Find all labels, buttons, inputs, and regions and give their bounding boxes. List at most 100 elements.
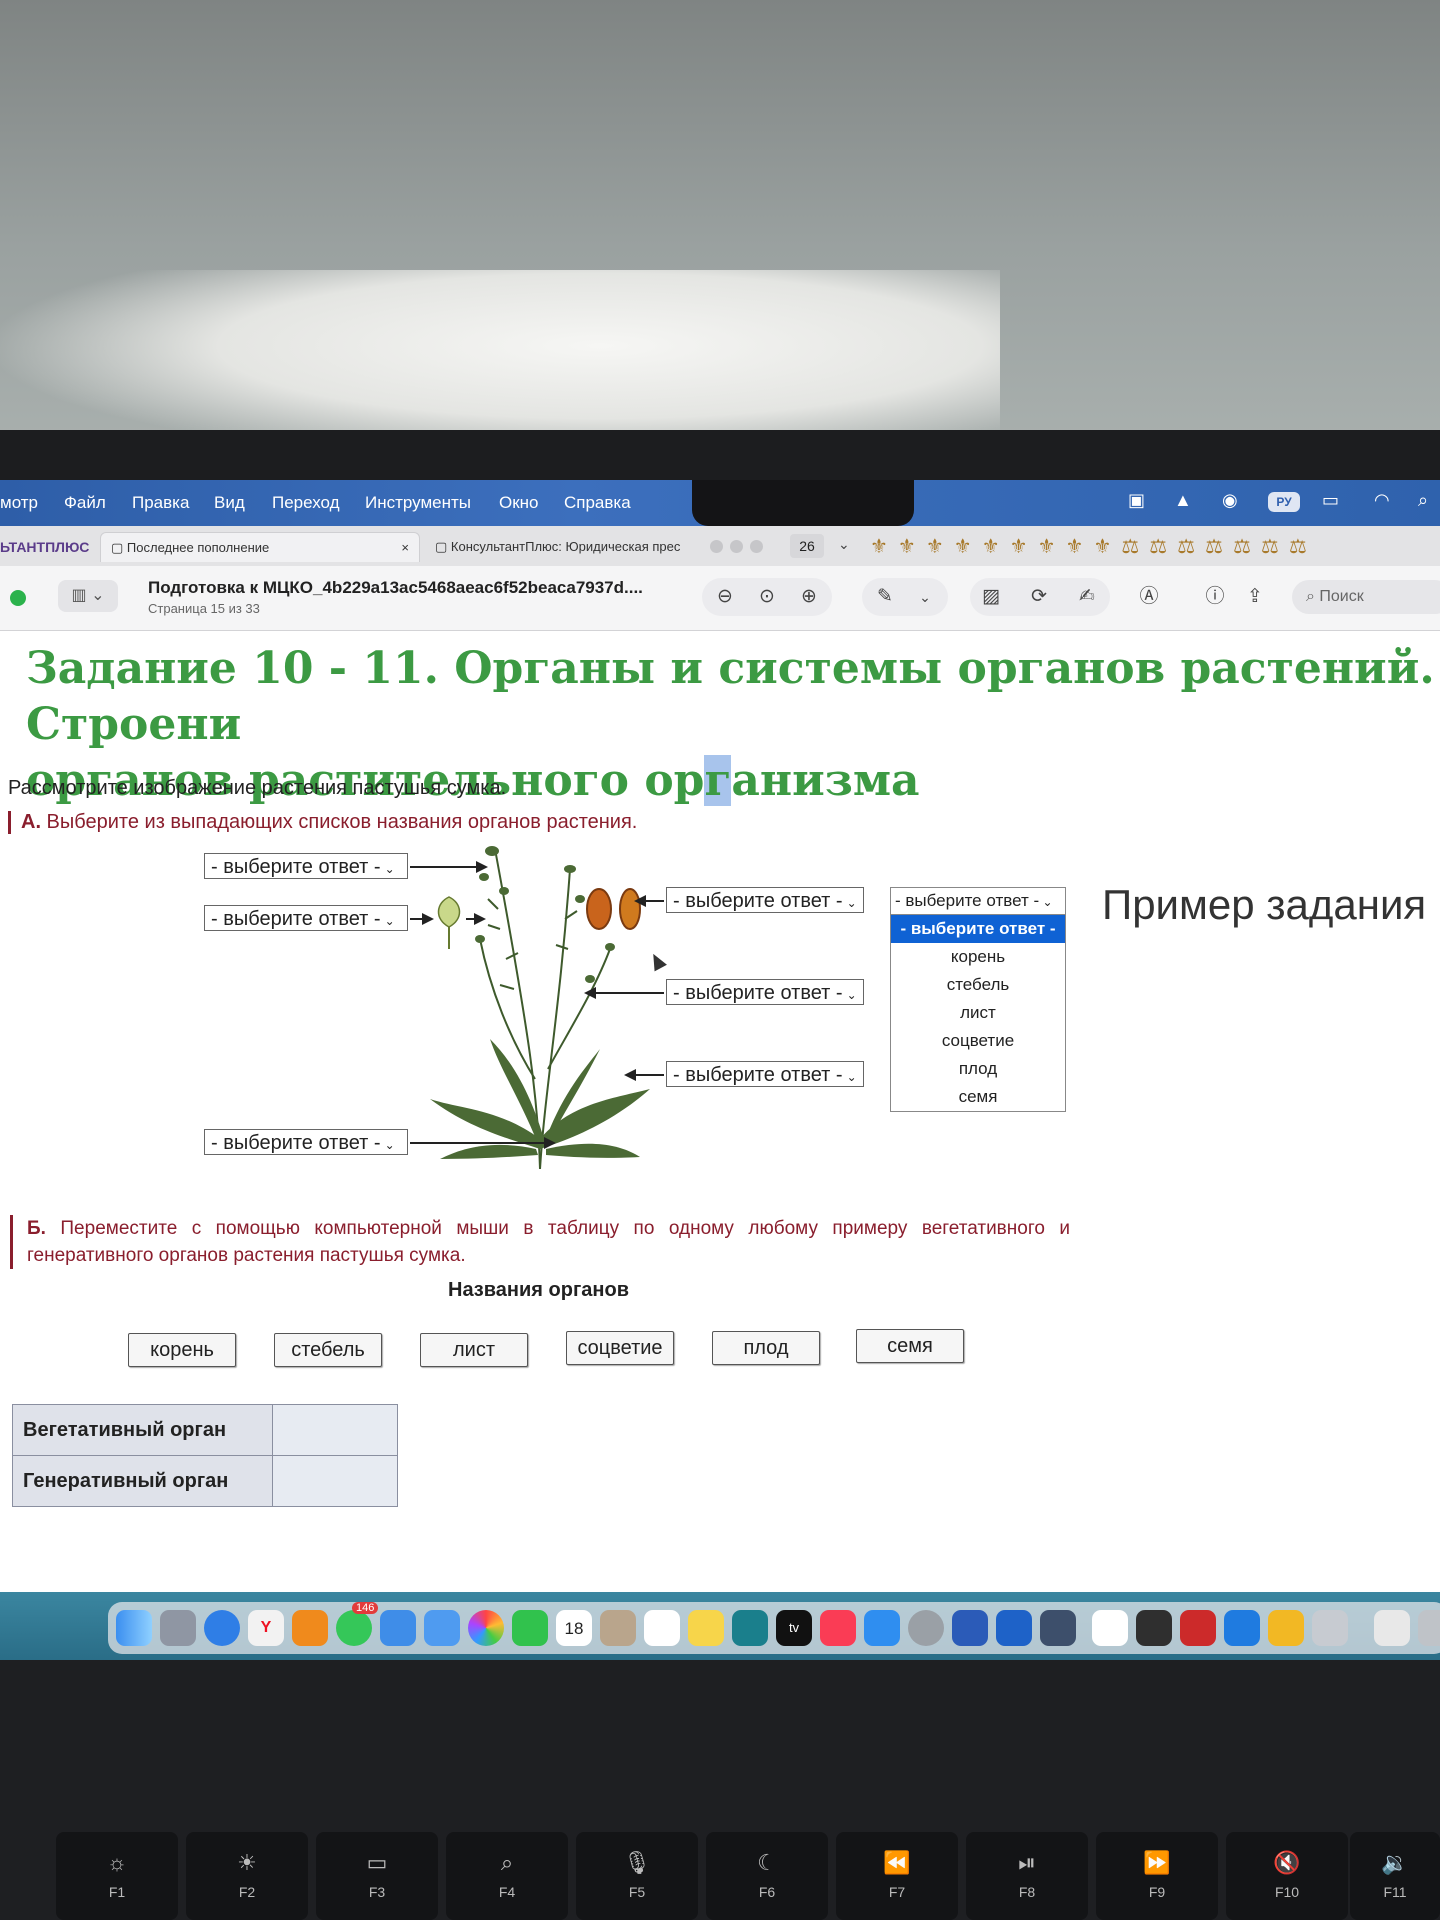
menu-file[interactable]: Файл — [64, 493, 106, 513]
draggable-chip-leaf[interactable]: лист — [420, 1333, 528, 1367]
menu-help[interactable]: Справка — [564, 493, 631, 513]
drive-icon[interactable]: ▲ — [1174, 490, 1192, 516]
info-icon[interactable]: ⓘ — [1196, 578, 1234, 616]
key-f5[interactable]: 🎙 F5 — [576, 1832, 698, 1920]
chevron-down-icon[interactable]: ⌄ — [906, 578, 944, 616]
answer-select-root[interactable]: - выберите ответ - ⌄ — [204, 1129, 408, 1155]
tab-brand[interactable]: ЬТАНТПЛЮС — [0, 532, 95, 562]
key-f6[interactable]: ☾ F6 — [706, 1832, 828, 1920]
window-min-dot[interactable] — [730, 540, 743, 553]
key-f10[interactable]: 🔇 F10 — [1226, 1832, 1348, 1920]
draggable-chip-seed[interactable]: семя — [856, 1329, 964, 1363]
tab-last-update[interactable]: ▢ Последнее пополнение × — [100, 532, 420, 562]
screen-share-icon[interactable]: ▣ — [1128, 490, 1145, 516]
page-count[interactable]: 26 — [790, 534, 824, 558]
close-icon[interactable]: × — [401, 533, 409, 563]
key-f1[interactable]: ☼ F1 — [56, 1832, 178, 1920]
app-store-icon[interactable] — [864, 1610, 900, 1646]
wifi-icon[interactable]: ◠ — [1374, 490, 1390, 516]
menu-window[interactable]: Окно — [499, 493, 539, 513]
windows-app-icon[interactable] — [1224, 1610, 1260, 1646]
zoom-out-icon[interactable]: ⊖ — [706, 578, 744, 616]
key-f4[interactable]: ⌕ F4 — [446, 1832, 568, 1920]
dropdown-option[interactable]: - выберите ответ - — [891, 915, 1065, 943]
facetime-icon[interactable] — [512, 1610, 548, 1646]
signature-icon[interactable]: ✍ — [1068, 578, 1106, 616]
key-f11[interactable]: 🔉 F11 — [1350, 1832, 1440, 1920]
draggable-chip-stem[interactable]: стебель — [274, 1333, 382, 1367]
zoom-in-icon[interactable]: ⊕ — [790, 578, 828, 616]
key-f7[interactable]: ⏪ F7 — [836, 1832, 958, 1920]
drop-zone-vegetative[interactable] — [272, 1404, 398, 1456]
key-f8[interactable]: ⏯ F8 — [966, 1832, 1088, 1920]
key-f9[interactable]: ⏩ F9 — [1096, 1832, 1218, 1920]
freeform-icon[interactable] — [732, 1610, 768, 1646]
zoom-fit-icon[interactable]: ⊙ — [748, 578, 786, 616]
emblem-icons[interactable]: ⚜⚜⚜⚜⚜⚜⚜⚜⚜⚖⚖⚖⚖⚖⚖⚖ — [870, 534, 1317, 559]
battery-icon[interactable]: ▭ — [1322, 490, 1339, 516]
menu-edit[interactable]: Правка — [132, 493, 189, 513]
answer-select-seed[interactable]: - выберите ответ - ⌄ — [666, 887, 864, 913]
downloads-icon[interactable] — [1374, 1610, 1410, 1646]
menu-view2[interactable]: Вид — [214, 493, 245, 513]
dropdown-option-leaf[interactable]: лист — [891, 999, 1065, 1027]
calendar-icon[interactable]: 18 — [556, 1610, 592, 1646]
menu-view[interactable]: мотр — [0, 493, 38, 513]
safari-icon[interactable] — [204, 1610, 240, 1646]
trash-icon[interactable] — [1418, 1610, 1440, 1646]
search-input[interactable]: ⌕ Поиск — [1292, 580, 1440, 614]
dropdown-option-seed[interactable]: семя — [891, 1083, 1065, 1111]
draggable-chip-fruit[interactable]: плод — [712, 1331, 820, 1365]
drop-zone-generative[interactable] — [272, 1455, 398, 1507]
music-icon[interactable] — [820, 1610, 856, 1646]
word-icon[interactable] — [952, 1610, 988, 1646]
answer-select-fruit[interactable]: - выберите ответ - ⌄ — [204, 905, 408, 931]
photos-icon[interactable] — [468, 1610, 504, 1646]
answer-select-inflorescence[interactable]: - выберите ответ - ⌄ — [204, 853, 408, 879]
contacts-icon[interactable] — [600, 1610, 636, 1646]
key-f3[interactable]: ▭ F3 — [316, 1832, 438, 1920]
messages-icon[interactable] — [336, 1610, 372, 1646]
maps-icon[interactable] — [424, 1610, 460, 1646]
menu-go[interactable]: Переход — [272, 493, 340, 513]
db-icon[interactable] — [1040, 1610, 1076, 1646]
professor-app-icon[interactable] — [1312, 1610, 1348, 1646]
preview-icon[interactable] — [996, 1610, 1032, 1646]
draggable-chip-root[interactable]: корень — [128, 1333, 236, 1367]
finder-icon[interactable] — [116, 1610, 152, 1646]
mail-icon[interactable] — [380, 1610, 416, 1646]
menu-tools[interactable]: Инструменты — [365, 493, 471, 513]
window-max-dot[interactable] — [750, 540, 763, 553]
draggable-chip-inflorescence[interactable]: соцветие — [566, 1331, 674, 1365]
vpn-icon[interactable]: ◉ — [1222, 490, 1238, 516]
share-icon[interactable]: ⇪ — [1236, 578, 1274, 616]
apple-tv-icon[interactable]: tv — [776, 1610, 812, 1646]
dropdown-head[interactable]: - выберите ответ - ⌄ — [891, 888, 1065, 915]
settings-gear-icon[interactable] — [908, 1610, 944, 1646]
sidebar-toggle-button[interactable]: ▥ ⌄ — [58, 580, 118, 612]
dropdown-option-fruit[interactable]: плод — [891, 1055, 1065, 1083]
input-language-badge[interactable]: РУ — [1268, 492, 1300, 512]
dropdown-list[interactable]: - выберите ответ - ⌄ - выберите ответ - … — [890, 887, 1066, 1112]
rotate-icon[interactable]: ⟳ — [1020, 578, 1058, 616]
remote-desktop-icon[interactable] — [1180, 1610, 1216, 1646]
vlc-icon[interactable] — [292, 1610, 328, 1646]
pen-icon[interactable]: ✎ — [866, 578, 904, 616]
dropdown-option-stem[interactable]: стебель — [891, 971, 1065, 999]
key-f2[interactable]: ☀ F2 — [186, 1832, 308, 1920]
search-icon[interactable]: ⌕ — [1418, 490, 1428, 516]
image-icon[interactable]: ▨ — [972, 578, 1010, 616]
yandex-browser-icon[interactable]: Y — [248, 1610, 284, 1646]
reminders-icon[interactable] — [644, 1610, 680, 1646]
traffic-icon[interactable] — [1136, 1610, 1172, 1646]
notes-icon[interactable] — [688, 1610, 724, 1646]
dropdown-option-root[interactable]: корень — [891, 943, 1065, 971]
window-close-dot[interactable] — [710, 540, 723, 553]
torrent-icon[interactable] — [1092, 1610, 1128, 1646]
annotate-icon[interactable]: Ⓐ — [1130, 578, 1168, 616]
tab-consultant[interactable]: ▢ КонсультантПлюс: Юридическая прес — [425, 532, 685, 562]
dropdown-option-inflorescence[interactable]: соцветие — [891, 1027, 1065, 1055]
launchpad-icon[interactable] — [160, 1610, 196, 1646]
answer-select-leaf[interactable]: - выберите ответ - ⌄ — [666, 1061, 864, 1087]
folder-icon[interactable] — [1268, 1610, 1304, 1646]
